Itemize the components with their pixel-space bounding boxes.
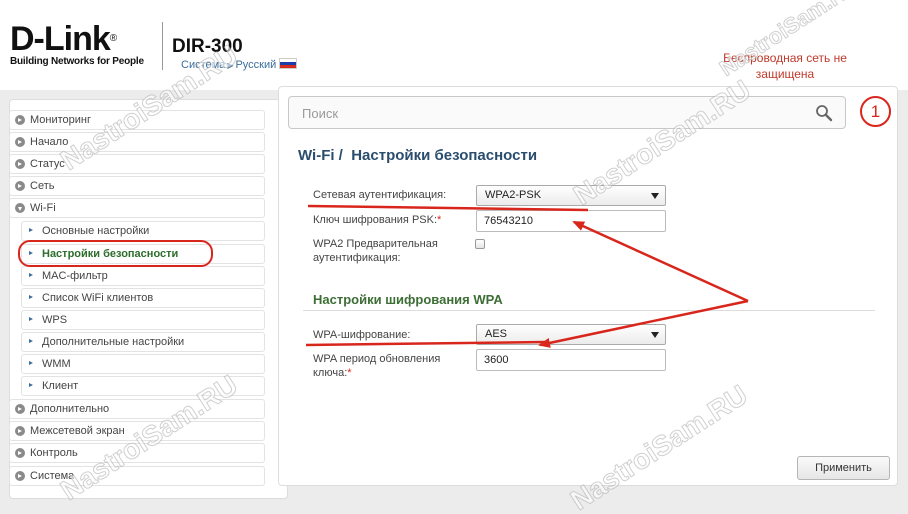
caret-down-icon bbox=[651, 193, 659, 199]
sidebar-item-system[interactable]: Система bbox=[9, 466, 265, 486]
sidebar-item-wifi-clients[interactable]: Список WiFi клиентов bbox=[21, 288, 265, 308]
sidebar-item-firewall[interactable]: Межсетевой экран bbox=[9, 421, 265, 441]
nav-arrow-icon: ▶ bbox=[227, 61, 234, 70]
renewal-label-row: WPA период обновления ключа:* bbox=[313, 352, 463, 380]
encryption-select[interactable]: AES bbox=[476, 324, 666, 345]
sidebar-item-label: WMM bbox=[42, 358, 71, 370]
russian-flag-icon[interactable] bbox=[279, 58, 298, 69]
search-placeholder: Поиск bbox=[302, 106, 339, 121]
encryption-label: WPA-шифрование: bbox=[313, 329, 411, 341]
header-divider bbox=[162, 22, 163, 70]
chevron-right-icon bbox=[15, 404, 25, 414]
search-box[interactable]: Поиск bbox=[288, 96, 846, 129]
sidebar-item-label: Статус bbox=[30, 158, 65, 170]
sidebar-item-label: Межсетевой экран bbox=[30, 425, 125, 437]
psk-label-row: Ключ шифрования PSK:* bbox=[313, 213, 441, 227]
main-panel bbox=[278, 86, 898, 486]
dlink-logo[interactable]: D-Link® Building Networks for People bbox=[10, 22, 144, 67]
notification-text[interactable]: Беспроводная сеть не защищена bbox=[710, 50, 860, 82]
logo-registered-mark: ® bbox=[109, 33, 117, 44]
header-subnav: Система ▶ Русский bbox=[181, 58, 298, 71]
logo-text: D-Link bbox=[10, 20, 111, 58]
required-mark: * bbox=[347, 367, 352, 379]
psk-input[interactable]: 76543210 bbox=[476, 210, 666, 232]
section-divider bbox=[303, 310, 875, 311]
sidebar-item-wifi[interactable]: Wi-Fi bbox=[9, 198, 265, 218]
chevron-right-icon bbox=[15, 115, 25, 125]
encryption-select-value: AES bbox=[485, 328, 508, 340]
chevron-down-icon bbox=[15, 203, 25, 213]
renewal-label: WPA период обновления ключа: bbox=[313, 353, 441, 379]
sidebar-item-advanced-wifi[interactable]: Дополнительные настройки bbox=[21, 332, 265, 352]
page-title: Wi-Fi / Настройки безопасности bbox=[298, 147, 537, 164]
model-name: DIR-300 bbox=[172, 36, 243, 57]
sidebar-item-wmm[interactable]: WMM bbox=[21, 354, 265, 374]
chevron-right-icon bbox=[27, 293, 37, 303]
wpa-section-title: Настройки шифрования WPA bbox=[313, 292, 503, 307]
sidebar-item-label: Основные настройки bbox=[42, 225, 150, 237]
page-title-text: Настройки безопасности bbox=[351, 147, 538, 164]
sidebar-item-label: Начало bbox=[30, 136, 69, 148]
notification-count-badge[interactable]: 1 bbox=[860, 96, 891, 127]
preauth-label: WPA2 Предварительная аутентификация: bbox=[313, 238, 438, 264]
logo-tagline: Building Networks for People bbox=[10, 56, 144, 67]
sidebar-item-label: Клиент bbox=[42, 380, 79, 392]
sidebar-item-client[interactable]: Клиент bbox=[21, 376, 265, 396]
nav-system-link[interactable]: Система bbox=[181, 59, 225, 71]
chevron-right-icon bbox=[15, 137, 25, 147]
sidebar-item-label: Список WiFi клиентов bbox=[42, 292, 154, 304]
chevron-right-icon bbox=[27, 271, 37, 281]
sidebar-item-status[interactable]: Статус bbox=[9, 154, 265, 174]
chevron-right-icon bbox=[27, 315, 37, 325]
sidebar-item-label: MAC-фильтр bbox=[42, 270, 108, 282]
sidebar-item-label: Дополнительно bbox=[30, 403, 110, 415]
sidebar-item-wps[interactable]: WPS bbox=[21, 310, 265, 330]
chevron-right-icon bbox=[15, 471, 25, 481]
highlight-oval-annotation bbox=[18, 240, 213, 267]
sidebar-item-label: Мониторинг bbox=[30, 114, 92, 126]
auth-select-value: WPA2-PSK bbox=[485, 189, 542, 201]
required-mark: * bbox=[437, 214, 442, 226]
renewal-input[interactable]: 3600 bbox=[476, 349, 666, 371]
chevron-right-icon bbox=[15, 426, 25, 436]
sidebar-item-mac-filter[interactable]: MAC-фильтр bbox=[21, 266, 265, 286]
chevron-right-icon bbox=[27, 337, 37, 347]
auth-select[interactable]: WPA2-PSK bbox=[476, 185, 666, 206]
sidebar-item-label: WPS bbox=[42, 314, 68, 326]
nav-language-link[interactable]: Русский bbox=[235, 59, 276, 71]
chevron-right-icon bbox=[27, 226, 37, 236]
sidebar-item-label: Контроль bbox=[30, 447, 78, 459]
sidebar-item-advanced[interactable]: Дополнительно bbox=[9, 399, 265, 419]
sidebar-item-label: Дополнительные настройки bbox=[42, 336, 185, 348]
sidebar-item-network[interactable]: Сеть bbox=[9, 176, 265, 196]
sidebar-item-label: Система bbox=[30, 470, 75, 482]
sidebar-item-start[interactable]: Начало bbox=[9, 132, 265, 152]
caret-down-icon bbox=[651, 332, 659, 338]
apply-button[interactable]: Применить bbox=[797, 456, 890, 480]
chevron-right-icon bbox=[15, 181, 25, 191]
sidebar-item-label: Сеть bbox=[30, 180, 55, 192]
breadcrumb-section[interactable]: Wi-Fi / bbox=[298, 147, 343, 164]
chevron-right-icon bbox=[27, 381, 37, 391]
preauth-checkbox[interactable] bbox=[475, 239, 485, 249]
sidebar-item-control[interactable]: Контроль bbox=[9, 443, 265, 463]
auth-label: Сетевая аутентификация: bbox=[313, 189, 447, 201]
sidebar-item-basic-settings[interactable]: Основные настройки bbox=[21, 221, 265, 241]
sidebar-item-label: Wi-Fi bbox=[30, 202, 56, 214]
chevron-right-icon bbox=[27, 359, 37, 369]
chevron-right-icon bbox=[15, 448, 25, 458]
search-icon[interactable] bbox=[815, 104, 833, 122]
chevron-right-icon bbox=[15, 159, 25, 169]
sidebar-item-monitoring[interactable]: Мониторинг bbox=[9, 110, 265, 130]
psk-label: Ключ шифрования PSK: bbox=[313, 214, 438, 226]
